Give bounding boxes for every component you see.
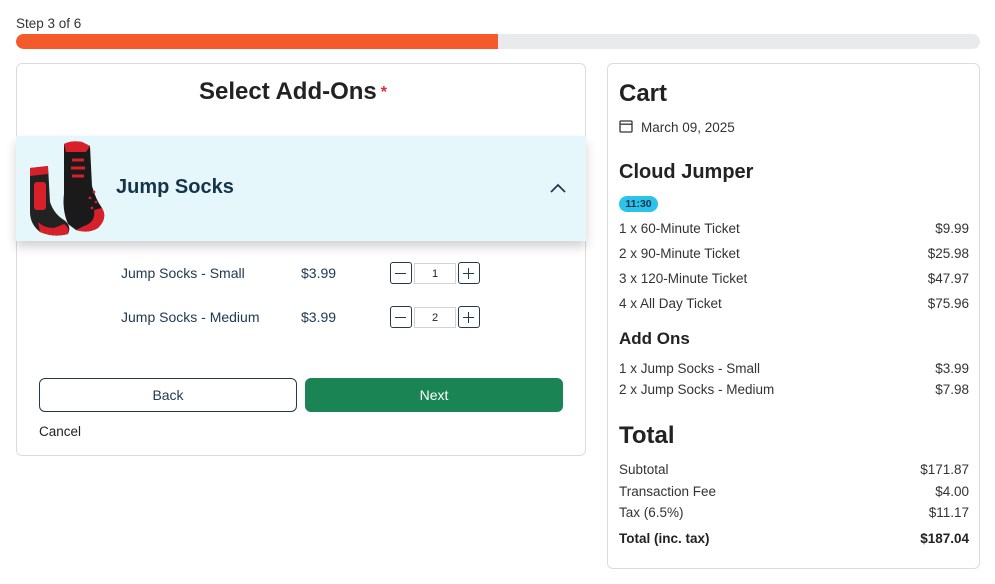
increment-button[interactable] [458,262,480,284]
variant-row-medium: Jump Socks - Medium $3.99 [121,306,501,330]
line-label: Transaction Fee [619,484,717,499]
quantity-stepper [390,306,482,329]
product-name: Jump Socks [116,176,234,198]
variant-price: $3.99 [301,265,337,281]
decrement-button[interactable] [390,262,412,284]
step-indicator: Step 3 of 6 [16,16,82,31]
line-amount: $11.17 [928,505,969,520]
page-title-text: Select Add-Ons [198,78,377,105]
cancel-link[interactable]: Cancel [39,424,81,439]
time-badge: 11:30 [619,196,658,212]
progress-bar [16,34,980,49]
line-label: Tax (6.5%) [619,505,684,520]
line-label: 2 x Jump Socks - Medium [619,382,775,397]
addons-heading: Add Ons [619,329,690,348]
line-amount: $47.97 [927,271,969,286]
product-accordion-header[interactable]: Jump Socks [16,136,586,241]
line-label: Total (inc. tax) [619,531,710,546]
line-label: 4 x All Day Ticket [619,296,722,311]
cart-line-item: 4 x All Day Ticket $75.96 [619,296,969,311]
line-amount: $171.87 [920,462,969,477]
cart-title: Cart [619,80,668,107]
back-button[interactable]: Back [39,378,297,412]
cart-line-item: 1 x 60-Minute Ticket $9.99 [619,221,969,236]
jump-socks-image [30,141,105,236]
quantity-input[interactable] [414,263,456,284]
increment-button[interactable] [458,306,480,328]
line-amount: $9.99 [935,221,969,236]
variant-name: Jump Socks - Small [121,265,245,281]
line-label: 3 x 120-Minute Ticket [619,271,748,286]
required-marker: * [380,84,388,101]
line-label: Subtotal [619,462,669,477]
line-label: 1 x Jump Socks - Small [619,361,761,376]
cart-date: March 09, 2025 [641,120,735,135]
line-amount: $187.04 [920,531,969,546]
quantity-stepper [390,262,482,285]
variant-name: Jump Socks - Medium [121,309,260,325]
line-amount: $3.99 [935,361,969,376]
tax-row: Tax (6.5%) $11.17 [619,505,969,520]
variant-row-small: Jump Socks - Small $3.99 [121,262,501,286]
cart-line-item: 1 x Jump Socks - Small $3.99 [619,361,969,376]
total-heading: Total [619,422,675,449]
next-button[interactable]: Next [305,378,563,412]
variant-price: $3.99 [301,309,337,325]
line-amount: $7.98 [935,382,969,397]
progress-bar-fill [16,34,498,49]
line-amount: $4.00 [935,484,969,499]
line-label: 2 x 90-Minute Ticket [619,246,740,261]
line-amount: $75.96 [927,296,969,311]
chevron-up-icon[interactable] [548,178,568,198]
quantity-input[interactable] [414,307,456,328]
cart-line-item: 2 x Jump Socks - Medium $7.98 [619,382,969,397]
decrement-button[interactable] [390,306,412,328]
cart-line-item: 3 x 120-Minute Ticket $47.97 [619,271,969,286]
attraction-heading: Cloud Jumper [619,161,754,183]
page-title: Select Add-Ons * [0,78,586,106]
subtotal-row: Subtotal $171.87 [619,462,969,477]
cart-line-item: 2 x 90-Minute Ticket $25.98 [619,246,969,261]
line-amount: $25.98 [927,246,969,261]
calendar-icon [619,120,633,133]
fee-row: Transaction Fee $4.00 [619,484,969,499]
grand-total-row: Total (inc. tax) $187.04 [619,531,969,546]
line-label: 1 x 60-Minute Ticket [619,221,740,236]
